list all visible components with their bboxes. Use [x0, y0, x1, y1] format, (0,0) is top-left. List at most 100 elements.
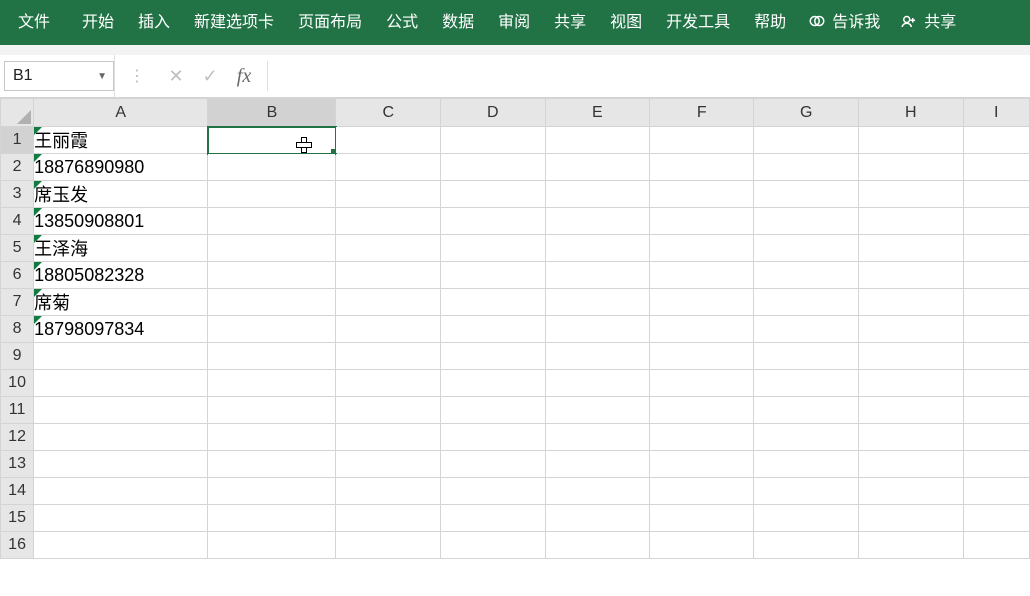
cell-G7[interactable]: [754, 289, 859, 316]
cell-C6[interactable]: [336, 262, 441, 289]
row-header-9[interactable]: 9: [1, 343, 34, 370]
cell-E8[interactable]: [545, 316, 649, 343]
cell-H13[interactable]: [859, 451, 964, 478]
cell-C14[interactable]: [336, 478, 441, 505]
cell-E2[interactable]: [545, 154, 649, 181]
cell-I12[interactable]: [963, 424, 1029, 451]
cell-H12[interactable]: [859, 424, 964, 451]
cell-B2[interactable]: [208, 154, 336, 181]
cell-B7[interactable]: [208, 289, 336, 316]
row-header-5[interactable]: 5: [1, 235, 34, 262]
cell-H10[interactable]: [859, 370, 964, 397]
row-header-16[interactable]: 16: [1, 532, 34, 559]
cell-G11[interactable]: [754, 397, 859, 424]
cell-F10[interactable]: [650, 370, 754, 397]
formula-bar-handle-icon[interactable]: ⋮: [115, 66, 159, 86]
column-header-C[interactable]: C: [336, 99, 441, 127]
cell-B3[interactable]: [208, 181, 336, 208]
cell-I10[interactable]: [963, 370, 1029, 397]
row-header-11[interactable]: 11: [1, 397, 34, 424]
row-header-12[interactable]: 12: [1, 424, 34, 451]
cell-D5[interactable]: [441, 235, 546, 262]
cell-B10[interactable]: [208, 370, 336, 397]
cell-G6[interactable]: [754, 262, 859, 289]
cell-C5[interactable]: [336, 235, 441, 262]
column-header-E[interactable]: E: [545, 99, 649, 127]
cell-G10[interactable]: [754, 370, 859, 397]
tab-共享[interactable]: 共享: [542, 0, 598, 45]
cell-E12[interactable]: [545, 424, 649, 451]
cell-D11[interactable]: [441, 397, 546, 424]
cell-C12[interactable]: [336, 424, 441, 451]
cell-I14[interactable]: [963, 478, 1029, 505]
tab-视图[interactable]: 视图: [598, 0, 654, 45]
cell-I4[interactable]: [963, 208, 1029, 235]
cell-B6[interactable]: [208, 262, 336, 289]
cell-E16[interactable]: [545, 532, 649, 559]
cell-H9[interactable]: [859, 343, 964, 370]
cell-A5[interactable]: 王泽海: [34, 235, 208, 262]
cell-H4[interactable]: [859, 208, 964, 235]
cell-F7[interactable]: [650, 289, 754, 316]
column-header-F[interactable]: F: [650, 99, 754, 127]
cell-E7[interactable]: [545, 289, 649, 316]
cell-D13[interactable]: [441, 451, 546, 478]
cell-E5[interactable]: [545, 235, 649, 262]
cell-D8[interactable]: [441, 316, 546, 343]
cell-A3[interactable]: 席玉发: [34, 181, 208, 208]
cell-I6[interactable]: [963, 262, 1029, 289]
cell-B4[interactable]: [208, 208, 336, 235]
cell-E1[interactable]: [545, 127, 649, 154]
tab-开始[interactable]: 开始: [70, 0, 126, 45]
row-header-3[interactable]: 3: [1, 181, 34, 208]
cell-D2[interactable]: [441, 154, 546, 181]
cell-E11[interactable]: [545, 397, 649, 424]
name-box[interactable]: B1 ▼: [4, 61, 114, 91]
cell-F11[interactable]: [650, 397, 754, 424]
cell-C15[interactable]: [336, 505, 441, 532]
cell-G2[interactable]: [754, 154, 859, 181]
cell-C2[interactable]: [336, 154, 441, 181]
name-box-dropdown-icon[interactable]: ▼: [97, 71, 107, 82]
cell-A4[interactable]: 13850908801: [34, 208, 208, 235]
cell-A9[interactable]: [34, 343, 208, 370]
cell-D12[interactable]: [441, 424, 546, 451]
cell-I5[interactable]: [963, 235, 1029, 262]
cell-C13[interactable]: [336, 451, 441, 478]
tab-新建选项卡[interactable]: 新建选项卡: [182, 0, 286, 45]
cell-G15[interactable]: [754, 505, 859, 532]
cell-G12[interactable]: [754, 424, 859, 451]
column-header-G[interactable]: G: [754, 99, 859, 127]
tab-插入[interactable]: 插入: [126, 0, 182, 45]
cell-H16[interactable]: [859, 532, 964, 559]
cell-F5[interactable]: [650, 235, 754, 262]
cell-E15[interactable]: [545, 505, 649, 532]
cell-G4[interactable]: [754, 208, 859, 235]
cell-F2[interactable]: [650, 154, 754, 181]
cell-C11[interactable]: [336, 397, 441, 424]
cell-H8[interactable]: [859, 316, 964, 343]
row-header-4[interactable]: 4: [1, 208, 34, 235]
cell-B16[interactable]: [208, 532, 336, 559]
cell-I2[interactable]: [963, 154, 1029, 181]
cell-B15[interactable]: [208, 505, 336, 532]
cell-I11[interactable]: [963, 397, 1029, 424]
cell-F1[interactable]: [650, 127, 754, 154]
cell-F3[interactable]: [650, 181, 754, 208]
cell-H15[interactable]: [859, 505, 964, 532]
cell-F12[interactable]: [650, 424, 754, 451]
tell-me[interactable]: 告诉我: [798, 0, 890, 45]
cell-H14[interactable]: [859, 478, 964, 505]
cell-D14[interactable]: [441, 478, 546, 505]
cell-I13[interactable]: [963, 451, 1029, 478]
cell-E13[interactable]: [545, 451, 649, 478]
cell-C7[interactable]: [336, 289, 441, 316]
cell-F15[interactable]: [650, 505, 754, 532]
select-all-corner[interactable]: [1, 99, 34, 127]
cell-I9[interactable]: [963, 343, 1029, 370]
row-header-13[interactable]: 13: [1, 451, 34, 478]
cell-D1[interactable]: [441, 127, 546, 154]
cell-C16[interactable]: [336, 532, 441, 559]
cell-I8[interactable]: [963, 316, 1029, 343]
share-button[interactable]: 共享: [890, 0, 966, 45]
